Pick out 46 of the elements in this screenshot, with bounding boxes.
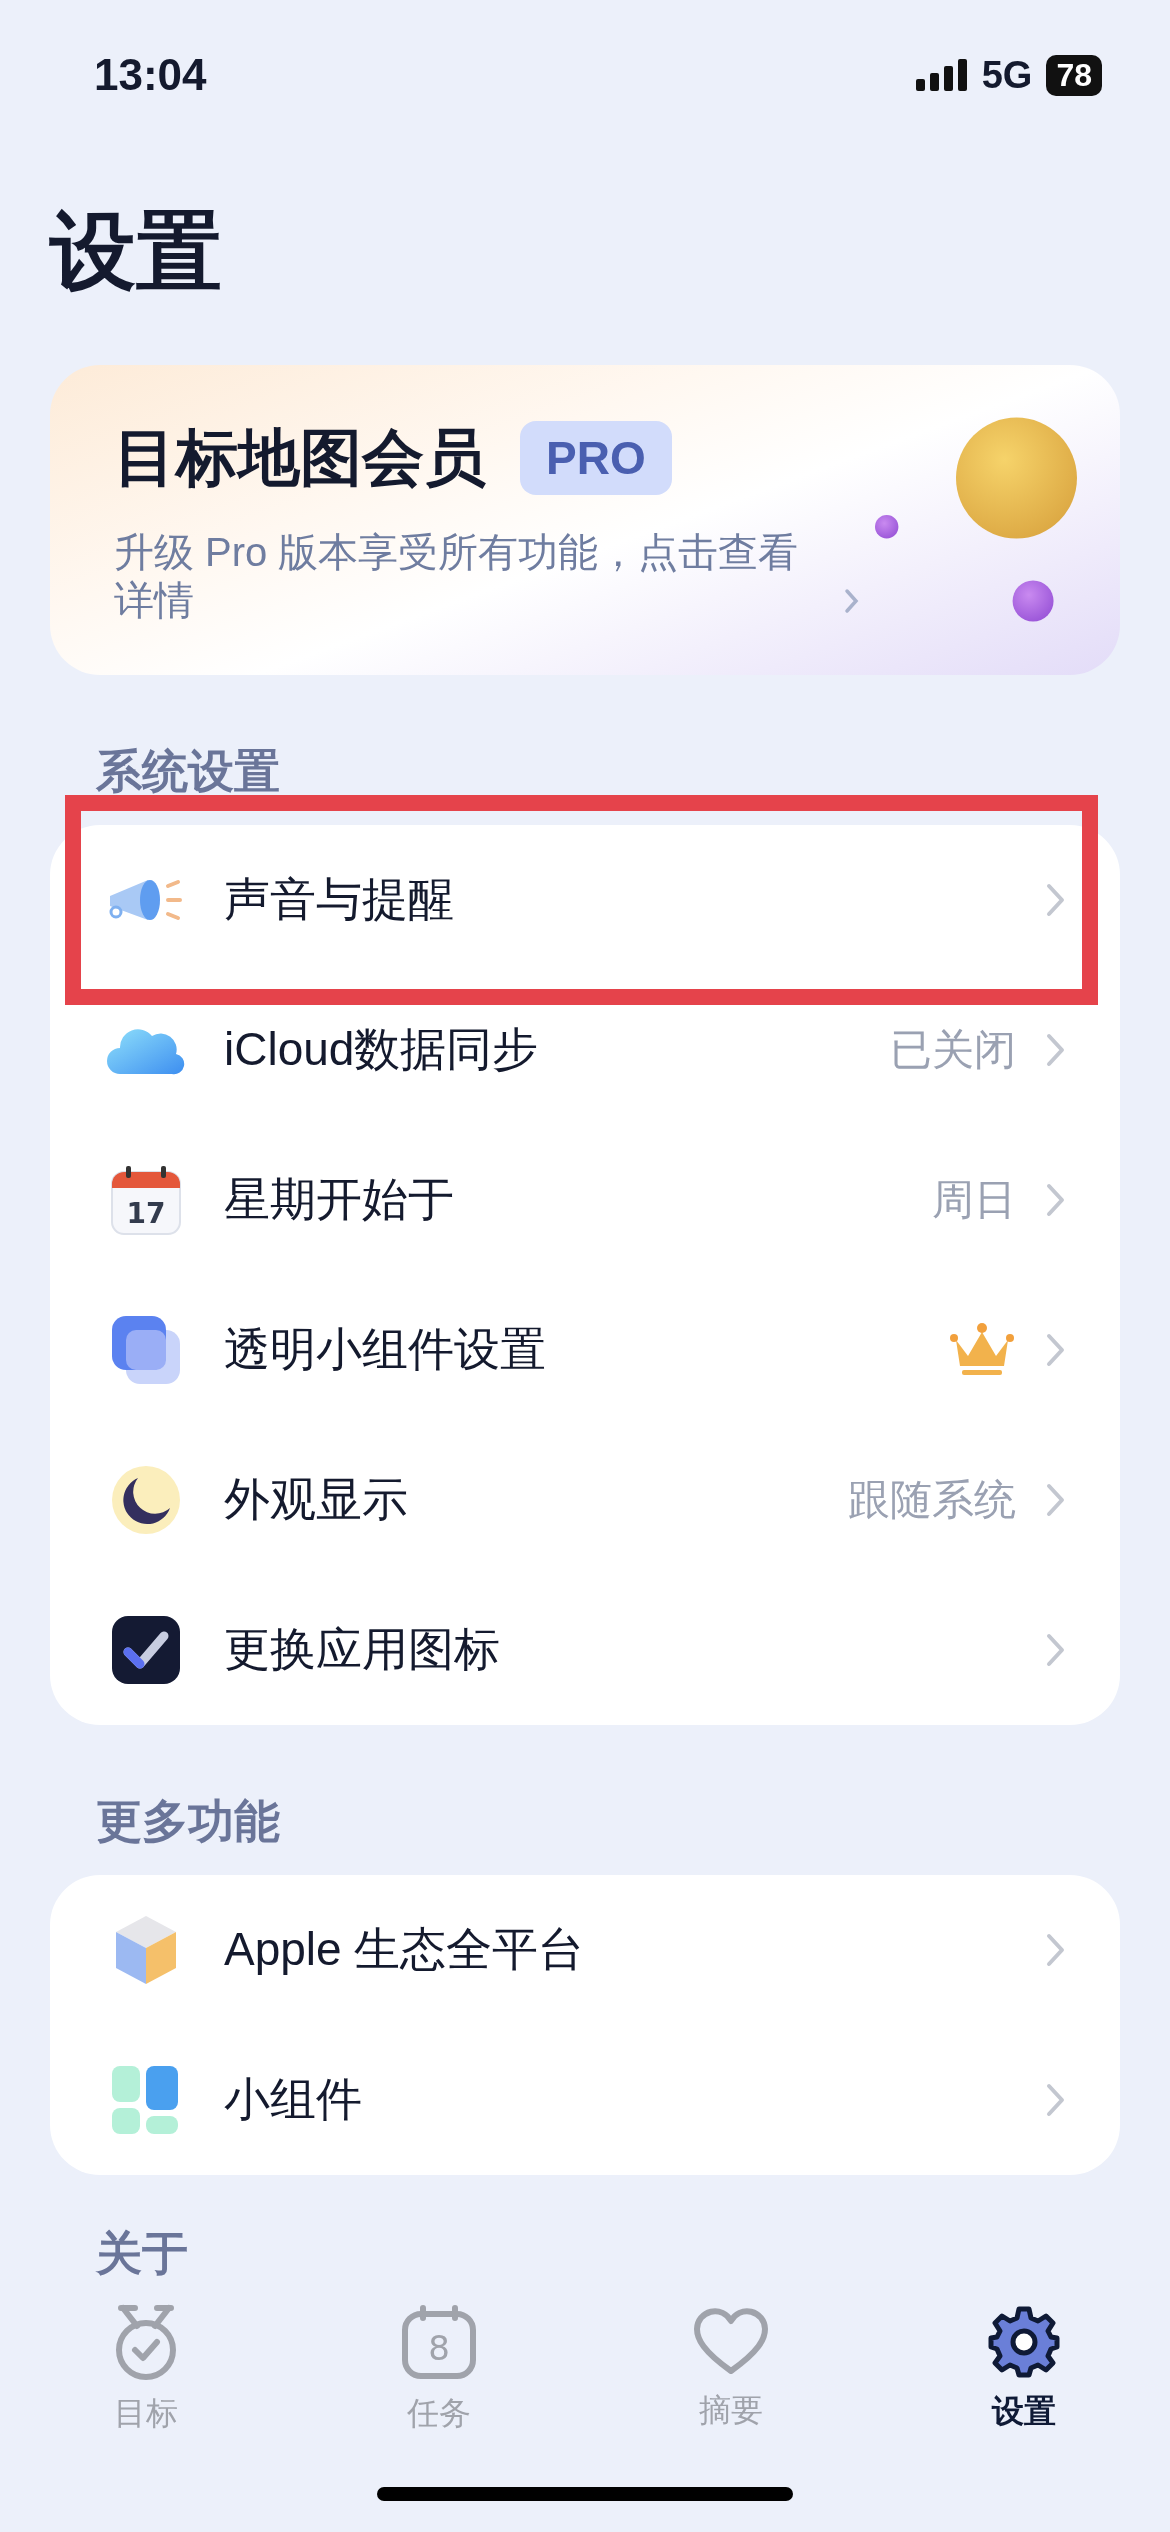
settings-row[interactable]: 17 星期开始于 周日 (50, 1125, 1120, 1275)
settings-row[interactable]: 更换应用图标 (50, 1575, 1120, 1725)
membership-title: 目标地图会员 (114, 422, 486, 494)
section-header: 更多功能 (96, 1794, 280, 1849)
settings-row[interactable]: Apple 生态全平台 (50, 1875, 1120, 2025)
checkmark-app-icon (110, 1614, 182, 1686)
chevron-icon (1046, 1333, 1066, 1367)
chevron-icon (1046, 1633, 1066, 1667)
settings-icon (987, 2306, 1060, 2378)
row-value: 跟随系统 (848, 1475, 1016, 1525)
membership-description: 升级 Pro 版本享受所有功能，点击查看详情 (114, 529, 800, 624)
row-label: 更换应用图标 (224, 1622, 501, 1677)
battery-indicator: 78 (1046, 54, 1102, 96)
settings-row[interactable]: iCloud数据同步 已关闭 (50, 975, 1120, 1125)
chevron-icon (1046, 883, 1066, 917)
chevron-icon (1046, 1483, 1066, 1517)
chevron-icon (844, 588, 860, 614)
row-label: 透明小组件设置 (224, 1322, 547, 1377)
pro-badge: PRO (520, 421, 672, 495)
section-header: 系统设置 (96, 744, 280, 799)
section-header: 关于 (96, 2226, 188, 2281)
overlapping-squares-icon (110, 1314, 182, 1386)
row-value: 已关闭 (890, 1025, 1016, 1075)
settings-row[interactable]: 透明小组件设置 (50, 1275, 1120, 1425)
network-label: 5G (981, 53, 1033, 97)
row-label: 外观显示 (224, 1472, 409, 1527)
chevron-icon (1046, 1933, 1066, 1967)
row-label: Apple 生态全平台 (224, 1922, 586, 1977)
membership-card[interactable]: 目标地图会员 PRO 升级 Pro 版本享受所有功能，点击查看详情 (50, 365, 1120, 675)
row-label: 星期开始于 (224, 1172, 455, 1227)
row-label: iCloud数据同步 (224, 1022, 540, 1077)
chevron-icon (1046, 2083, 1066, 2117)
signal-icon (915, 59, 968, 91)
status-time: 13:04 (94, 50, 207, 100)
settings-row[interactable]: 声音与提醒 (50, 825, 1120, 975)
chevron-icon (1046, 1033, 1066, 1067)
settings-row[interactable]: 小组件 (50, 2025, 1120, 2175)
moon-icon (110, 1464, 182, 1536)
heart-icon (693, 2307, 770, 2377)
row-label: 声音与提醒 (224, 872, 455, 927)
page-title: 设置 (48, 202, 223, 301)
row-label: 小组件 (224, 2072, 363, 2127)
tab-item[interactable]: 设置 (877, 2285, 1170, 2455)
settings-row[interactable]: 外观显示 跟随系统 (50, 1425, 1120, 1575)
chevron-icon (1046, 1183, 1066, 1217)
row-value: 周日 (932, 1175, 1016, 1225)
